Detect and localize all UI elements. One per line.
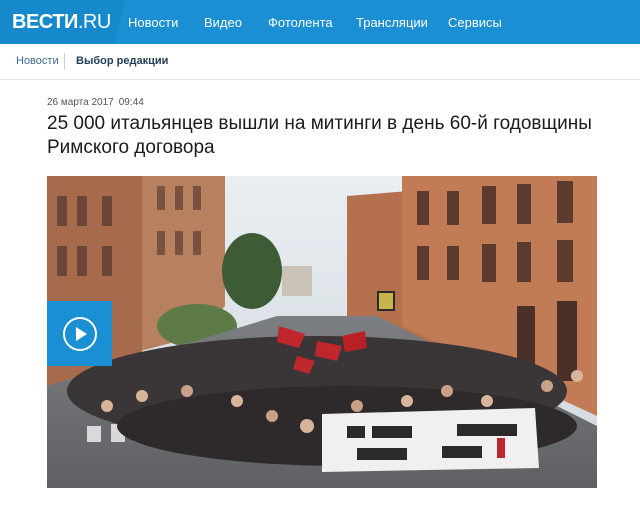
article-meta: 26 марта 2017 09:44 bbox=[47, 97, 144, 108]
nav-item-services[interactable]: Сервисы bbox=[448, 15, 502, 30]
nav-item-news[interactable]: Новости bbox=[128, 15, 178, 30]
top-bar: ВЕСТИ .RU Новости Видео Фотолента Трансля… bbox=[0, 0, 640, 44]
breadcrumb-divider bbox=[64, 53, 65, 70]
video-play-button[interactable] bbox=[47, 301, 112, 366]
play-triangle bbox=[76, 326, 87, 341]
nav-item-photo[interactable]: Фотолента bbox=[268, 15, 333, 30]
nav-item-broadcasts[interactable]: Трансляции bbox=[356, 15, 428, 30]
logo-suffix: .RU bbox=[77, 10, 111, 33]
logo-main: ВЕСТИ bbox=[12, 10, 78, 33]
article-time: 09:44 bbox=[118, 97, 144, 108]
site-logo[interactable]: ВЕСТИ .RU bbox=[0, 0, 126, 44]
article-video-preview[interactable] bbox=[47, 176, 597, 488]
article-date: 26 марта 2017 bbox=[47, 97, 114, 108]
play-icon bbox=[62, 316, 97, 351]
breadcrumb-editors-choice[interactable]: Выбор редакции bbox=[76, 55, 168, 67]
article-title: 25 000 итальянцев вышли на митинги в ден… bbox=[47, 113, 592, 158]
protest-street-image bbox=[47, 176, 597, 488]
nav-item-video[interactable]: Видео bbox=[204, 15, 242, 30]
breadcrumb-news-link[interactable]: Новости bbox=[16, 55, 59, 67]
breadcrumb: Новости Выбор редакции bbox=[0, 44, 640, 80]
